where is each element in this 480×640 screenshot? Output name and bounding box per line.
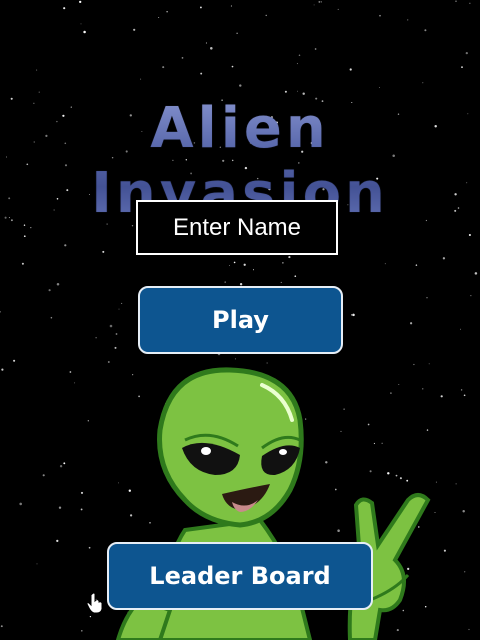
- leaderboard-button[interactable]: Leader Board: [107, 542, 373, 610]
- hand-cursor-icon: [86, 592, 103, 614]
